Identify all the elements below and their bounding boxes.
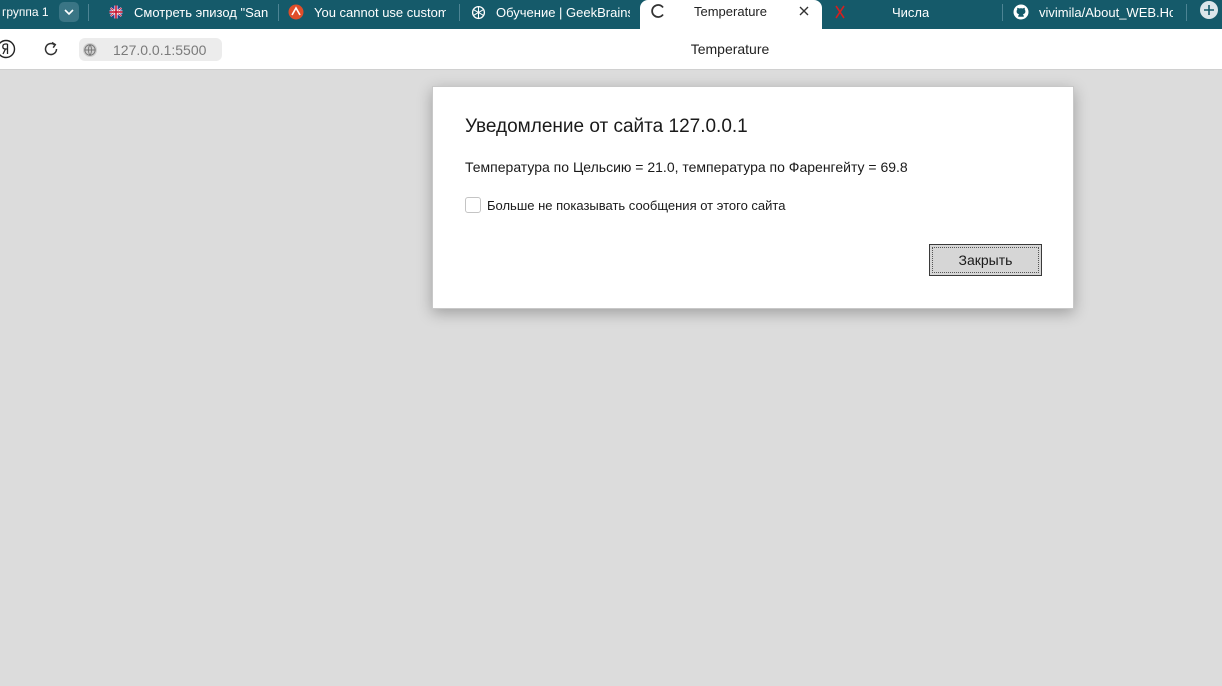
tab-separator bbox=[278, 4, 279, 21]
tab-separator bbox=[1002, 4, 1003, 21]
tab-temperature[interactable]: Temperature bbox=[640, 0, 822, 29]
plus-icon bbox=[1199, 0, 1219, 25]
new-tab-button[interactable] bbox=[1196, 0, 1222, 24]
suppress-messages-label: Больше не показывать сообщения от этого … bbox=[487, 197, 786, 213]
close-icon[interactable] bbox=[796, 3, 812, 19]
suppress-messages-option[interactable]: Больше не показывать сообщения от этого … bbox=[465, 197, 785, 213]
chevron-down-icon[interactable] bbox=[58, 2, 79, 22]
dialog-title: Уведомление от сайта 127.0.0.1 bbox=[465, 116, 748, 137]
dialog-message: Температура по Цельсию = 21.0, температу… bbox=[465, 159, 908, 175]
alert-dialog: Уведомление от сайта 127.0.0.1 Температу… bbox=[432, 86, 1074, 309]
uk-flag-icon bbox=[108, 4, 124, 20]
tab-chisla[interactable]: Числа bbox=[832, 0, 992, 24]
tab-smotret-epizod[interactable]: Смотреть эпизод "Sanc bbox=[108, 0, 268, 24]
close-button[interactable]: Закрыть bbox=[929, 244, 1042, 276]
tab-title: Обучение | GeekBrains bbox=[496, 4, 630, 20]
tab-geekbrains[interactable]: Обучение | GeekBrains bbox=[470, 0, 630, 24]
brand-logo-icon bbox=[288, 4, 304, 20]
tab-group-label: группа 1 bbox=[2, 5, 49, 19]
tab-title: Temperature bbox=[694, 4, 767, 19]
github-icon bbox=[1013, 4, 1029, 20]
page-title: Temperature bbox=[690, 41, 770, 57]
tab-title: Числа bbox=[892, 4, 930, 20]
tab-separator bbox=[459, 4, 460, 21]
tab-strip: группа 1 Смотреть эпизод "Sanc You canno… bbox=[0, 0, 1222, 29]
tab-separator bbox=[1186, 4, 1187, 21]
tab-separator bbox=[88, 4, 89, 21]
browser-toolbar: 127.0.0.1:5500 Temperature bbox=[0, 29, 1222, 70]
tab-title: vivimila/About_WEB.Ho bbox=[1039, 4, 1173, 20]
openai-icon bbox=[470, 4, 486, 20]
loading-spinner-icon bbox=[650, 3, 666, 19]
tab-title: Смотреть эпизод "Sanc bbox=[134, 4, 268, 20]
tab-github[interactable]: vivimila/About_WEB.Ho bbox=[1013, 0, 1173, 24]
suppress-messages-checkbox[interactable] bbox=[465, 197, 481, 213]
red-x-icon bbox=[832, 4, 848, 20]
tab-title: You cannot use custom bbox=[314, 4, 446, 20]
tab-group-chip[interactable]: группа 1 bbox=[0, 0, 79, 24]
tab-you-cannot-use[interactable]: You cannot use custom bbox=[288, 0, 446, 24]
